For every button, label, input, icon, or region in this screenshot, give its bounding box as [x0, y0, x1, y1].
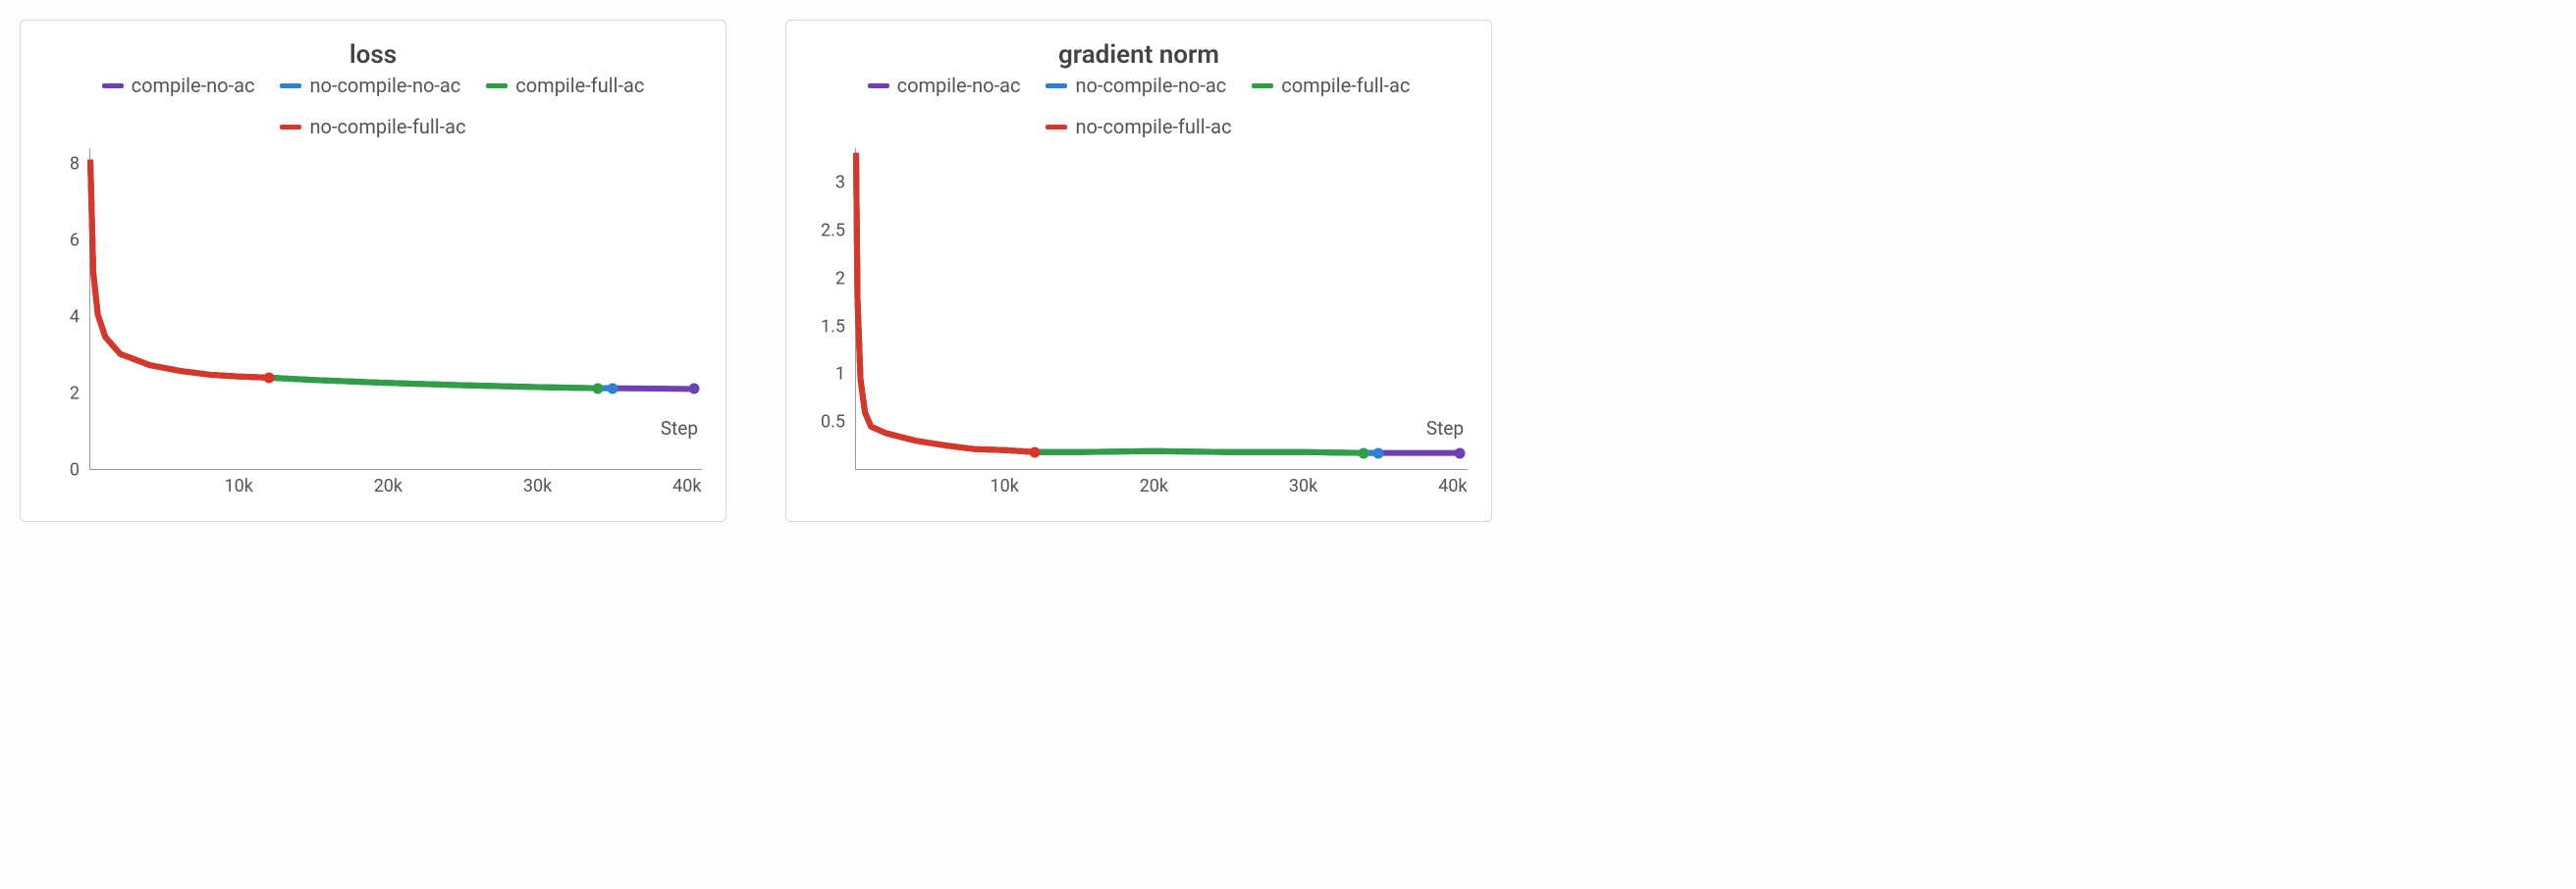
series-endpoint-compile-full-ac[interactable] — [592, 383, 603, 393]
legend-label: compile-full-ac — [1281, 74, 1410, 97]
series-endpoint-compile-no-ac[interactable] — [1455, 447, 1466, 458]
legend-label: no-compile-full-ac — [1075, 115, 1231, 138]
series-line-no-compile-no-ac — [90, 160, 613, 389]
legend-item-no-compile-no-ac[interactable]: no-compile-no-ac — [1046, 74, 1226, 97]
legend-swatch — [1252, 83, 1273, 88]
line-layer — [90, 148, 702, 469]
series-endpoint-no-compile-no-ac[interactable] — [607, 383, 617, 393]
series-line-no-compile-full-ac — [856, 153, 1035, 452]
legend-label: compile-no-ac — [897, 74, 1021, 97]
legend-item-compile-full-ac[interactable]: compile-full-ac — [486, 74, 644, 97]
legend-item-compile-no-ac[interactable]: compile-no-ac — [868, 74, 1021, 97]
x-axis-label: Step — [1426, 417, 1464, 440]
y-axis: 02468 — [38, 144, 85, 470]
series-line-compile-no-ac — [856, 153, 1460, 453]
legend-swatch — [102, 83, 124, 88]
x-tick-label: 40k — [1438, 476, 1467, 497]
legend-swatch — [1046, 83, 1067, 88]
chart-panel-gradnorm: gradient norm compile-no-ac no-compile-n… — [785, 20, 1492, 522]
series-endpoint-no-compile-full-ac[interactable] — [264, 372, 275, 383]
x-tick-label: 20k — [374, 476, 402, 497]
y-tick-label: 0.5 — [821, 412, 845, 433]
legend-item-no-compile-full-ac[interactable]: no-compile-full-ac — [38, 115, 708, 138]
y-tick-label: 8 — [70, 153, 80, 174]
x-axis: 10k 20k 30k 40k — [89, 472, 702, 497]
plot-region[interactable]: Step — [855, 148, 1468, 470]
chart-plot-area: 0.5 1 1.5 2 2.5 3 Step 10k 20k 30k 40k — [804, 144, 1474, 497]
x-tick-label: 10k — [991, 476, 1019, 497]
y-tick-label: 6 — [70, 230, 80, 250]
chart-legend: compile-no-ac no-compile-no-ac compile-f… — [804, 74, 1474, 138]
legend-swatch — [486, 83, 508, 88]
legend-swatch — [280, 83, 301, 88]
y-tick-label: 0 — [70, 460, 80, 481]
series-endpoint-no-compile-full-ac[interactable] — [1030, 446, 1041, 457]
x-axis: 10k 20k 30k 40k — [855, 472, 1468, 497]
y-tick-label: 4 — [70, 306, 80, 327]
series-line-no-compile-no-ac — [856, 153, 1378, 453]
series-line-compile-full-ac — [90, 160, 598, 389]
series-endpoint-compile-full-ac[interactable] — [1358, 447, 1368, 458]
x-tick-label: 40k — [672, 476, 701, 497]
y-tick-label: 2 — [835, 268, 845, 288]
plot-region[interactable]: Step — [89, 148, 702, 470]
legend-label: compile-full-ac — [515, 74, 644, 97]
series-line-no-compile-full-ac — [90, 160, 269, 378]
x-tick-label: 20k — [1140, 476, 1168, 497]
legend-swatch — [1046, 125, 1067, 130]
chart-title: loss — [38, 40, 708, 70]
y-tick-label: 1 — [835, 364, 845, 385]
legend-item-compile-no-ac[interactable]: compile-no-ac — [102, 74, 255, 97]
line-layer — [856, 148, 1468, 469]
legend-swatch — [280, 125, 301, 130]
legend-label: no-compile-full-ac — [309, 115, 465, 138]
series-endpoint-compile-no-ac[interactable] — [689, 384, 700, 394]
series-line-compile-no-ac — [90, 160, 694, 390]
legend-label: no-compile-no-ac — [1075, 74, 1226, 97]
series-line-compile-full-ac — [856, 153, 1364, 453]
series-endpoint-no-compile-no-ac[interactable] — [1372, 447, 1383, 458]
x-axis-label: Step — [661, 417, 698, 440]
legend-item-no-compile-full-ac[interactable]: no-compile-full-ac — [804, 115, 1474, 138]
x-tick-label: 10k — [225, 476, 253, 497]
chart-plot-area: 0 2 4 6 8 Step 10k 20k 30k 40k — [38, 144, 708, 497]
legend-label: no-compile-no-ac — [309, 74, 460, 97]
y-tick-label: 3 — [835, 173, 845, 193]
y-tick-label: 1.5 — [821, 316, 845, 337]
legend-swatch — [868, 83, 889, 88]
legend-item-compile-full-ac[interactable]: compile-full-ac — [1252, 74, 1410, 97]
legend-label: compile-no-ac — [132, 74, 255, 97]
chart-title: gradient norm — [804, 40, 1474, 70]
y-tick-label: 2 — [70, 383, 80, 403]
x-tick-label: 30k — [1289, 476, 1317, 497]
charts-row: loss compile-no-ac no-compile-no-ac comp… — [20, 20, 2556, 522]
legend-item-no-compile-no-ac[interactable]: no-compile-no-ac — [280, 74, 460, 97]
chart-panel-loss: loss compile-no-ac no-compile-no-ac comp… — [20, 20, 726, 522]
y-tick-label: 2.5 — [821, 220, 845, 240]
x-tick-label: 30k — [523, 476, 552, 497]
y-axis: 0.5 1 1.5 2 2.5 3 — [804, 144, 851, 470]
chart-legend: compile-no-ac no-compile-no-ac compile-f… — [38, 74, 708, 138]
